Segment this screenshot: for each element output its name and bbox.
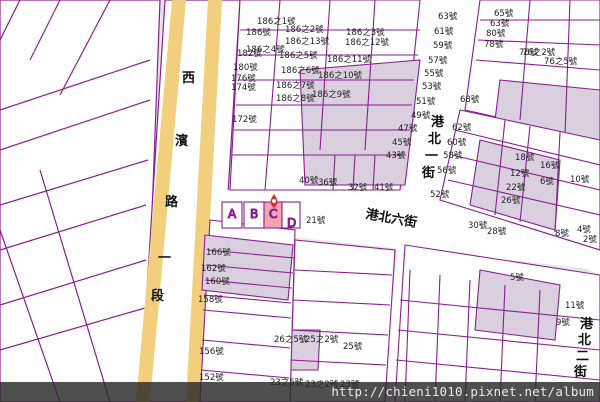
street-north-second-char-2: 北 [578, 333, 591, 348]
street-west-road-char-1: 西 [182, 71, 195, 86]
house-number-label: 55號 [424, 68, 444, 79]
house-number-label: 57號 [428, 55, 448, 66]
house-number-label: 182號 [237, 48, 262, 59]
lot-label-d: D [287, 216, 296, 230]
watermark-bar: http://chieni1010.pixnet.net/album [0, 382, 600, 402]
house-number-label: 58號 [443, 150, 463, 161]
house-number-label: 156號 [199, 346, 224, 357]
house-number-label: 9號 [556, 317, 570, 328]
house-number-label: 60號 [447, 137, 467, 148]
house-number-label: 61號 [434, 26, 454, 37]
house-number-label: 25號 [343, 341, 363, 352]
house-number-label: 41號 [374, 182, 394, 193]
house-number-label: 186之3號 [346, 27, 385, 38]
house-number-label: 30號 [468, 220, 488, 231]
house-number-label: 36號 [318, 177, 338, 188]
house-number-label: 186之12號 [345, 37, 390, 48]
house-number-label: 65號 [494, 8, 514, 19]
street-west-road-char-5: 段 [151, 288, 164, 304]
street-north-first-char-4: 街 [421, 165, 435, 181]
house-number-label: 162號 [201, 263, 226, 274]
house-number-label: 11號 [565, 300, 585, 311]
house-number-label: 186之10號 [318, 70, 363, 81]
street-north-first-char-3: 一 [425, 149, 438, 164]
house-number-label: 51號 [416, 96, 436, 107]
house-number-label: 80號 [486, 28, 506, 39]
house-number-label: 26之5號 [274, 334, 308, 345]
house-number-label: 25之2號 [305, 334, 339, 345]
house-number-label: 186之13號 [285, 36, 330, 47]
street-north-second-char-3: 二 [576, 349, 589, 364]
house-number-label: 180號 [233, 62, 258, 73]
house-number-label: 16號 [540, 160, 560, 171]
house-number-label: 4號 [577, 224, 591, 235]
street-west-road-char-4: 一 [158, 251, 171, 266]
house-number-label: 26號 [501, 195, 521, 206]
house-number-label: 62號 [452, 122, 472, 133]
house-number-label: 63號 [490, 18, 510, 29]
house-number-label: 2號 [583, 234, 597, 245]
house-number-label: 18號 [515, 152, 535, 163]
house-number-label: 45號 [392, 137, 412, 148]
house-number-label: 68號 [460, 94, 480, 105]
house-number-label: 174號 [231, 82, 256, 93]
street-north-first-char-1: 港 [431, 114, 445, 130]
house-number-label: 40號 [299, 175, 319, 186]
house-number-label: 166號 [206, 247, 231, 258]
lot-label-b: B [250, 207, 258, 221]
house-number-label: 21號 [306, 215, 326, 226]
house-number-label: 186之8號 [276, 93, 315, 104]
house-number-label: 47號 [398, 123, 418, 134]
house-number-label: 186之9號 [312, 89, 351, 100]
lot-label-c: C [269, 207, 277, 221]
house-number-label: 22號 [506, 182, 526, 193]
house-number-label: 52號 [430, 189, 450, 200]
house-number-label: 186之11號 [327, 54, 372, 65]
house-number-label: 28號 [487, 226, 507, 237]
west-parcels [0, 0, 161, 402]
house-number-label: 12號 [510, 168, 530, 179]
house-number-label: 76之5號 [544, 56, 578, 67]
street-west-road-char-3: 路 [165, 194, 179, 210]
house-number-label: 158號 [198, 294, 223, 305]
house-number-label: 172號 [232, 114, 257, 125]
house-number-label: 160號 [205, 276, 230, 287]
map-frame: A B C D 西 濱 路 一 段 港 北 一 街 港北六街 港 北 二 街 1… [0, 0, 600, 402]
house-number-label: 186之6號 [281, 65, 320, 76]
lot-label-a: A [228, 207, 237, 221]
house-number-label: 32號 [348, 182, 368, 193]
house-number-label: 8號 [555, 228, 569, 239]
house-number-label: 186號 [246, 27, 271, 38]
street-west-road-char-2: 濱 [175, 133, 188, 149]
house-number-label: 186之5號 [279, 50, 318, 61]
house-number-label: 5號 [510, 272, 524, 283]
house-number-label: 186之7號 [276, 80, 315, 91]
cadastral-map[interactable]: A B C D 西 濱 路 一 段 港 北 一 街 港北六街 港 北 二 街 1… [0, 0, 600, 402]
house-number-label: 56號 [437, 165, 457, 176]
watermark-url: http://chieni1010.pixnet.net/album [331, 384, 594, 399]
house-number-label: 59號 [433, 40, 453, 51]
house-number-label: 53號 [422, 81, 442, 92]
house-number-label: 63號 [438, 11, 458, 22]
street-north-second-char-1: 港 [580, 316, 594, 332]
house-number-label: 6號 [540, 176, 554, 187]
street-north-first-char-2: 北 [428, 132, 441, 147]
house-number-label: 10號 [570, 174, 590, 185]
house-number-label: 43號 [386, 150, 406, 161]
street-north-second-char-4: 街 [573, 364, 587, 380]
subject-lots: A B C D [221, 201, 301, 231]
house-number-label: 186之2號 [285, 24, 324, 35]
house-number-label: 49號 [411, 110, 431, 121]
house-number-label: 78號 [484, 39, 504, 50]
